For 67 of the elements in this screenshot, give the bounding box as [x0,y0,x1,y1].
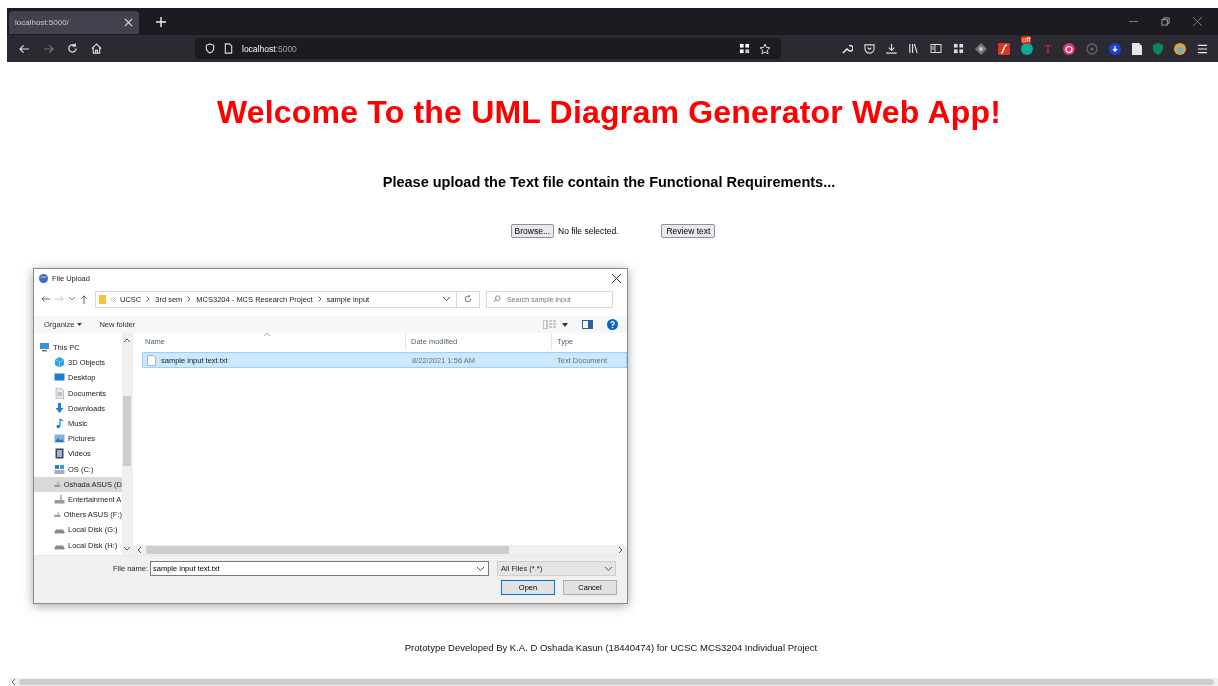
menu-icon[interactable] [1197,43,1208,54]
ring-icon[interactable] [1086,42,1098,55]
extension-icon[interactable] [1021,42,1034,55]
browse-button[interactable]: Browse... [510,224,554,238]
cube-icon [54,357,65,369]
shield-icon[interactable] [205,43,215,54]
download-circle-icon[interactable] [1109,42,1121,55]
dropdown-icon[interactable] [605,566,612,571]
drive-icon [54,493,65,505]
up-arrow-icon[interactable] [80,294,88,304]
restore-icon[interactable] [1161,17,1170,26]
caret-icon[interactable] [562,322,568,327]
refresh-icon[interactable] [463,295,472,303]
wrench-icon[interactable] [842,43,854,54]
pocket-icon[interactable] [864,43,876,54]
review-text-button[interactable]: Review text [661,224,716,238]
search-icon [493,295,501,303]
star-icon[interactable] [759,42,771,55]
dropdown-icon[interactable] [477,566,484,571]
chevron-icon[interactable] [146,296,151,302]
document-icon [54,387,65,399]
chevron-icon[interactable] [317,296,322,302]
sidebar-icon[interactable] [930,43,943,54]
reload-icon[interactable] [67,43,78,54]
flash-icon[interactable] [998,42,1011,55]
globe-icon [39,273,48,283]
scrollbar[interactable] [122,333,132,555]
address-bar[interactable]: localhost:5000 [195,38,781,59]
plus-icon[interactable] [156,16,166,27]
text-file-icon [147,354,156,366]
download-icon [54,402,65,414]
extensions-icon[interactable] [953,43,965,54]
scrollbar-thumb[interactable] [19,679,1214,685]
close-icon[interactable] [612,273,621,283]
home-icon[interactable] [91,43,102,54]
scrollbar-thumb[interactable] [146,546,509,554]
round-icon[interactable] [1174,42,1186,55]
instruction-text: Please upload the Text file contain the Functional Requirements... [382,174,836,190]
film-icon [54,448,65,460]
desktop-icon [54,372,65,384]
diamond-icon[interactable] [975,42,988,55]
page-icon [224,43,233,54]
browser-tab[interactable]: localhost:5000/ [9,11,139,34]
drive-icon [54,463,65,475]
url-text[interactable]: localhost:5000 [242,43,297,54]
library-icon[interactable] [908,43,920,54]
back-icon[interactable] [41,295,50,303]
grid-icon[interactable] [739,43,750,54]
dropdown-icon[interactable] [443,297,450,301]
scrollbar[interactable] [133,545,627,555]
scrollbar-thumb[interactable] [123,396,131,466]
folder-icon [99,294,106,304]
music-note-icon [54,418,65,430]
help-icon[interactable] [607,319,618,330]
caret-icon[interactable] [77,323,83,326]
scrollbar[interactable] [8,678,1218,686]
footer-text: Prototype Developed By K.A. D Oshada Kasun (18440474) for UCSC MCS3204 Individual Project [404,642,818,653]
document-icon[interactable] [1132,42,1142,55]
file-status-text: No file selected. [558,226,619,236]
forward-icon[interactable] [43,43,54,54]
preview-pane-icon[interactable] [582,320,593,329]
download-icon[interactable] [886,43,898,54]
computer-icon [39,342,50,354]
refresh-button[interactable] [456,290,480,308]
picture-icon [54,433,65,445]
chevron-icon[interactable] [187,296,192,302]
page-title: Welcome To the UML Diagram Generator Web App! [216,94,1002,131]
